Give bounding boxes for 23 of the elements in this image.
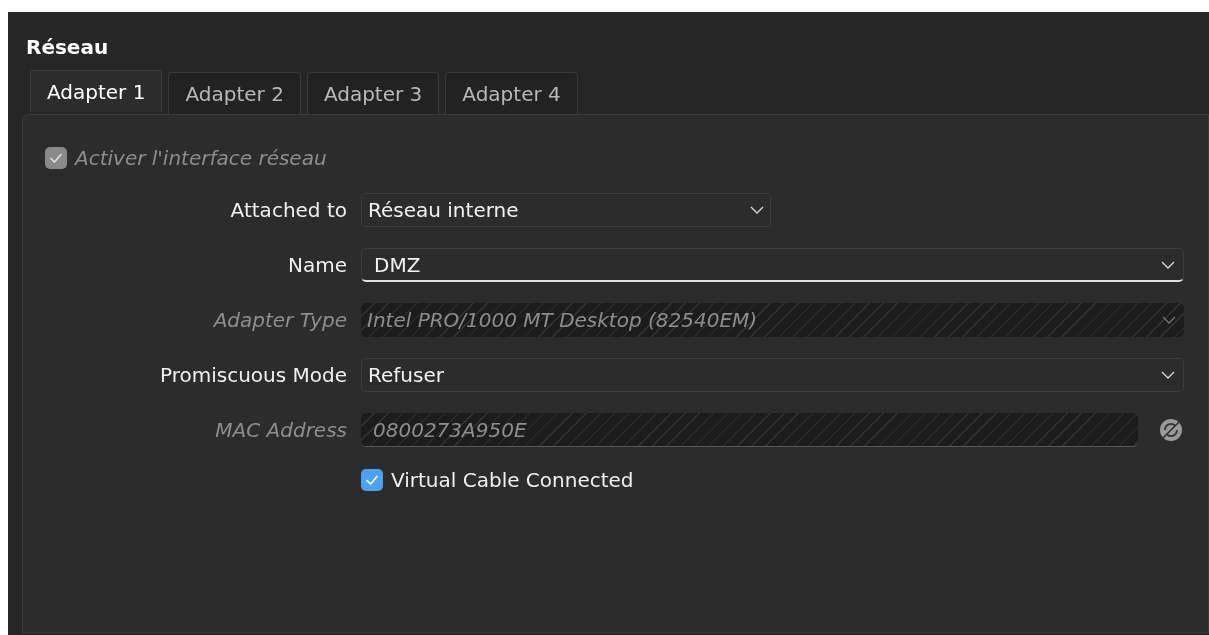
tab[interactable]: Adapter 2 [168,72,301,114]
refresh-icon[interactable] [1158,417,1184,443]
tab[interactable]: Adapter 3 [306,72,440,114]
section-title: Réseau [25,34,110,61]
checkmark-icon [49,152,63,164]
dropdown[interactable]: Réseau interne [361,193,771,227]
field-label: Adapter Type [212,307,347,334]
field-label: MAC Address [214,417,347,444]
field-label: Promiscuous Mode [158,362,347,389]
checkbox[interactable] [361,469,383,491]
chevron-down-icon [1162,316,1176,324]
checkbox-label: Activer l'interface réseau [75,145,327,172]
checkmark-icon [365,474,379,486]
field-label: Attached to [229,197,347,224]
dropdown[interactable]: Refuser [361,358,1184,392]
field-label: Name [287,252,347,279]
checkbox-label: Virtual Cable Connected [391,467,634,494]
chevron-down-icon [1161,260,1175,269]
chevron-down-icon [750,206,764,214]
tab[interactable]: Adapter 1 [30,70,163,112]
combo-box[interactable]: DMZ [361,248,1184,282]
tab[interactable]: Adapter 4 [445,72,578,114]
chevron-down-icon [1161,371,1175,379]
